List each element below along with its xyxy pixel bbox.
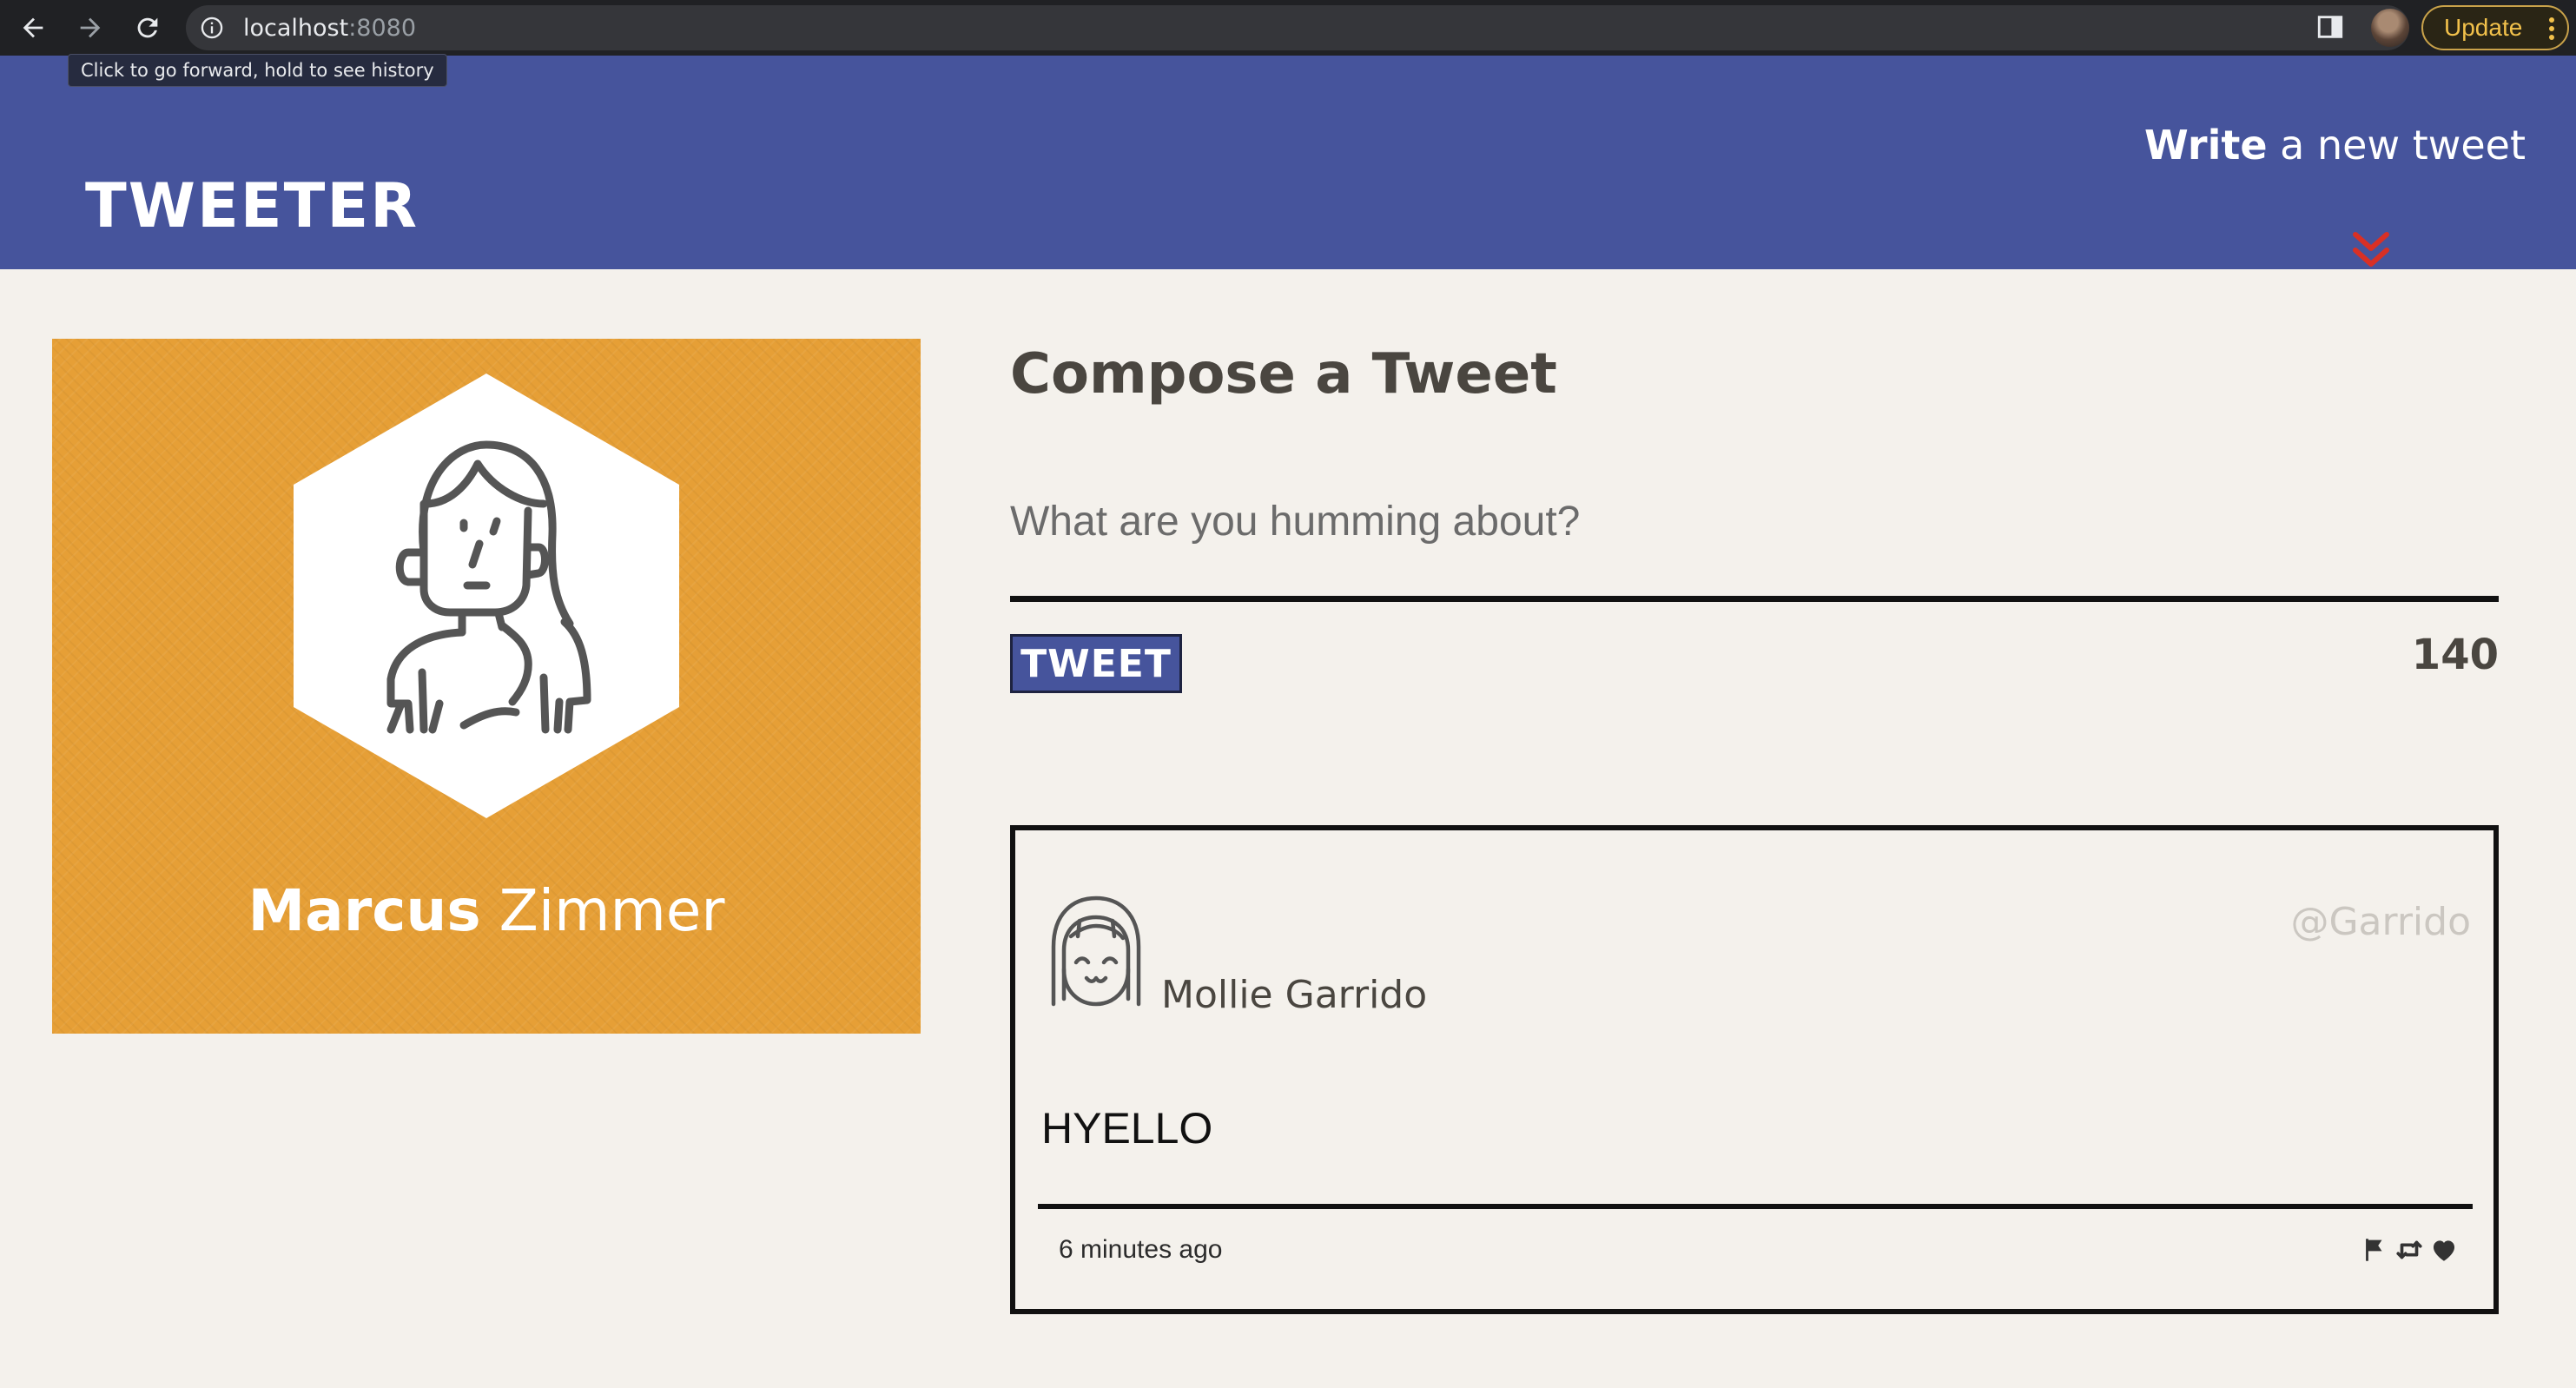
retweet-button[interactable]: [2394, 1235, 2424, 1265]
write-new-tweet-link[interactable]: Write a new tweet: [2144, 122, 2526, 169]
forward-button[interactable]: [69, 7, 111, 49]
profile-last-name: Zimmer: [480, 877, 725, 944]
flag-icon: [2366, 1239, 2382, 1261]
tweet-actions: [2360, 1235, 2459, 1265]
update-label: Update: [2444, 14, 2523, 41]
side-panel-icon[interactable]: [2315, 12, 2345, 42]
menu-dots-icon: [2549, 17, 2554, 40]
tweet-author-handle: @Garrido: [2290, 900, 2471, 944]
update-button[interactable]: Update: [2421, 5, 2569, 50]
forward-tooltip: Click to go forward, hold to see history: [68, 54, 447, 87]
heart-icon: [2433, 1240, 2455, 1261]
site-header: TWEETER Write a new tweet: [0, 56, 2576, 269]
reload-icon: [137, 17, 158, 38]
tweet-timestamp: 6 minutes ago: [1059, 1235, 1223, 1264]
write-link-rest: a new tweet: [2267, 122, 2526, 169]
long-hair-person-icon: [294, 373, 679, 818]
profile-card: Marcus Zimmer: [52, 339, 921, 1034]
url-host: localhost: [243, 15, 349, 42]
character-counter: 140: [2411, 631, 2499, 679]
back-button[interactable]: [12, 7, 54, 49]
tweet-content: HYELLO: [1041, 1104, 1213, 1153]
write-link-bold: Write: [2143, 122, 2268, 169]
tweet-text-input[interactable]: [1010, 469, 2499, 573]
info-icon[interactable]: [200, 16, 224, 40]
reload-button[interactable]: [127, 7, 168, 49]
tweet-author-name: Mollie Garrido: [1161, 973, 1428, 1017]
retweet-icon: [2396, 1240, 2422, 1259]
forward-arrow-icon: [80, 17, 101, 38]
double-chevron-down-icon[interactable]: [2352, 229, 2390, 271]
compose-divider: [1010, 596, 2499, 602]
profile-first-name: Marcus: [248, 877, 481, 944]
like-button[interactable]: [2429, 1235, 2459, 1265]
back-arrow-icon: [23, 17, 43, 38]
tweet-submit-button[interactable]: TWEET: [1010, 634, 1182, 693]
tweet-card: Mollie Garrido @Garrido HYELLO 6 minutes…: [1010, 825, 2499, 1314]
site-logo[interactable]: TWEETER: [85, 170, 419, 241]
profile-avatar[interactable]: [2371, 9, 2409, 47]
compose-title: Compose a Tweet: [1010, 342, 1557, 406]
browser-toolbar: localhost:8080 Update: [0, 0, 2576, 56]
url-port: :8080: [348, 15, 417, 42]
address-bar[interactable]: localhost:8080: [186, 5, 2460, 50]
url-text[interactable]: localhost:8080: [243, 15, 416, 42]
tweet-divider: [1038, 1204, 2473, 1209]
flag-button[interactable]: [2360, 1235, 2389, 1265]
profile-name: Marcus Zimmer: [52, 877, 921, 944]
smiling-girl-avatar-icon: [1051, 896, 1141, 1007]
